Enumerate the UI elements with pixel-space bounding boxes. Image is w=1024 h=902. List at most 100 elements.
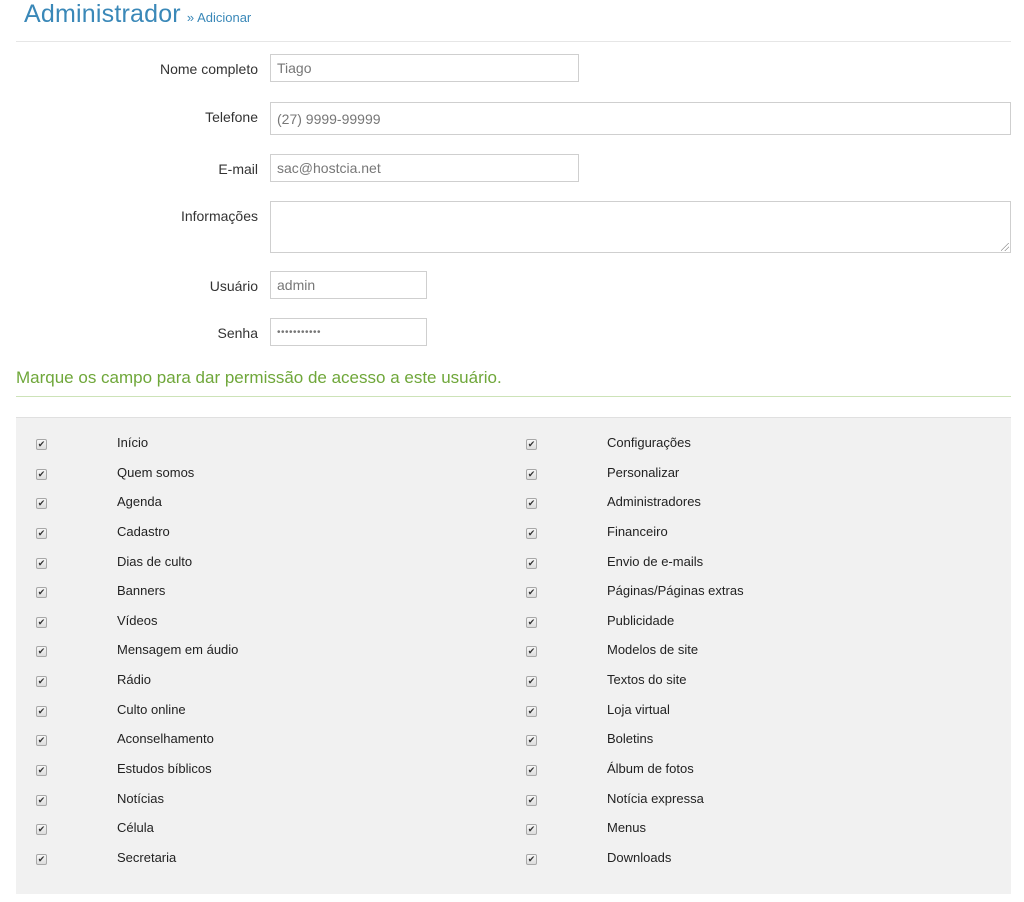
permission-item[interactable]: ✔ Envio de e-mails xyxy=(506,552,986,582)
informacoes-label: Informações xyxy=(180,208,258,224)
permission-checkbox[interactable]: ✔ xyxy=(36,616,47,628)
permission-item[interactable]: ✔ Downloads xyxy=(506,848,986,878)
permission-label: Mensagem em áudio xyxy=(117,642,239,658)
permission-label: Menus xyxy=(607,820,647,836)
permission-checkbox[interactable]: ✔ xyxy=(36,794,47,806)
senha-label: Senha xyxy=(217,325,258,341)
permission-label: Modelos de site xyxy=(607,642,699,658)
permission-item[interactable]: ✔ Publicidade xyxy=(506,611,986,641)
telefone-label: Telefone xyxy=(205,109,258,125)
permission-item[interactable]: ✔ Mensagem em áudio xyxy=(16,640,496,670)
permission-item[interactable]: ✔ Banners xyxy=(16,581,496,611)
permission-checkbox[interactable]: ✔ xyxy=(526,765,537,777)
permission-item[interactable]: ✔ Álbum de fotos xyxy=(506,759,986,789)
page-header: Administrador » Adicionar xyxy=(24,0,251,34)
senha-input[interactable]: ••••••••••• xyxy=(270,318,427,346)
permission-item[interactable]: ✔ Estudos bíblicos xyxy=(16,759,496,789)
permission-checkbox[interactable]: ✔ xyxy=(526,646,537,658)
email-input[interactable]: sac@hostcia.net xyxy=(270,154,579,182)
permission-checkbox[interactable]: ✔ xyxy=(526,853,537,865)
permissions-divider xyxy=(16,396,1011,397)
permission-item[interactable]: ✔ Agenda xyxy=(16,492,496,522)
permission-item[interactable]: ✔ Financeiro xyxy=(506,522,986,552)
permission-label: Dias de culto xyxy=(117,553,193,569)
permission-item[interactable]: ✔ Início xyxy=(16,433,496,463)
permission-label: Secretaria xyxy=(117,849,177,865)
permission-item[interactable]: ✔ Aconselhamento xyxy=(16,729,496,759)
permission-checkbox[interactable]: ✔ xyxy=(36,587,47,599)
permission-checkbox[interactable]: ✔ xyxy=(36,439,47,450)
permission-label: Rádio xyxy=(117,672,151,688)
permissions-panel: ✔ Início ✔ Quem somos ✔ Agenda ✔ Cadastro ✔ Dias … xyxy=(16,417,1011,894)
permission-checkbox[interactable]: ✔ xyxy=(36,853,47,865)
permission-label: Célula xyxy=(117,820,154,836)
permission-item[interactable]: ✔ Personalizar xyxy=(506,463,986,493)
permission-checkbox[interactable]: ✔ xyxy=(36,498,47,510)
permission-checkbox[interactable]: ✔ xyxy=(36,468,47,480)
permission-label: Início xyxy=(117,435,149,450)
page-title: Administrador xyxy=(24,0,181,28)
permission-item[interactable]: ✔ Configurações xyxy=(506,433,986,463)
permission-item[interactable]: ✔ Célula xyxy=(16,818,496,848)
permission-label: Notícia expressa xyxy=(607,790,704,806)
permission-item[interactable]: ✔ Notícia expressa xyxy=(506,789,986,819)
permission-item[interactable]: ✔ Quem somos xyxy=(16,463,496,493)
permission-checkbox[interactable]: ✔ xyxy=(526,439,537,450)
permission-checkbox[interactable]: ✔ xyxy=(36,676,47,688)
permission-item[interactable]: ✔ Dias de culto xyxy=(16,552,496,582)
permission-checkbox[interactable]: ✔ xyxy=(526,705,537,717)
nome-input[interactable]: Tiago xyxy=(270,54,579,82)
permission-label: Configurações xyxy=(607,435,691,450)
permission-checkbox[interactable]: ✔ xyxy=(36,705,47,717)
permission-checkbox[interactable]: ✔ xyxy=(36,646,47,658)
permission-label: Personalizar xyxy=(607,464,680,480)
permission-label: Estudos bíblicos xyxy=(117,761,212,777)
permission-item[interactable]: ✔ Páginas/Páginas extras xyxy=(506,581,986,611)
permission-item[interactable]: ✔ Cadastro xyxy=(16,522,496,552)
permission-item[interactable]: ✔ Vídeos xyxy=(16,611,496,641)
permission-label: Boletins xyxy=(607,731,654,747)
email-label: E-mail xyxy=(218,161,258,177)
permission-item[interactable]: ✔ Rádio xyxy=(16,670,496,700)
permission-checkbox[interactable]: ✔ xyxy=(526,468,537,480)
permission-item[interactable]: ✔ Culto online xyxy=(16,700,496,730)
telefone-input[interactable]: (27) 9999-99999 xyxy=(270,102,1011,135)
breadcrumb-current: Adicionar xyxy=(197,10,252,25)
permission-label: Quem somos xyxy=(117,464,195,480)
permission-checkbox[interactable]: ✔ xyxy=(526,794,537,806)
permission-label: Vídeos xyxy=(117,612,158,628)
permission-checkbox[interactable]: ✔ xyxy=(36,557,47,569)
permission-item[interactable]: ✔ Boletins xyxy=(506,729,986,759)
permission-item[interactable]: ✔ Notícias xyxy=(16,789,496,819)
permission-checkbox[interactable]: ✔ xyxy=(36,527,47,539)
informacoes-textarea[interactable] xyxy=(270,201,1011,253)
permission-checkbox[interactable]: ✔ xyxy=(526,676,537,688)
permissions-column-right: ✔ Configurações ✔ Personalizar ✔ Administrado… xyxy=(506,433,986,878)
permission-label: Agenda xyxy=(117,494,162,510)
permission-item[interactable]: ✔ Modelos de site xyxy=(506,640,986,670)
permission-checkbox[interactable]: ✔ xyxy=(36,765,47,777)
permission-label: Envio de e-mails xyxy=(607,553,704,569)
permission-item[interactable]: ✔ Administradores xyxy=(506,492,986,522)
permission-checkbox[interactable]: ✔ xyxy=(36,735,47,747)
permission-checkbox[interactable]: ✔ xyxy=(36,824,47,836)
header-divider xyxy=(16,41,1011,42)
breadcrumb-separator: » xyxy=(186,10,195,25)
permission-label: Álbum de fotos xyxy=(607,761,694,777)
permission-checkbox[interactable]: ✔ xyxy=(526,498,537,510)
permission-checkbox[interactable]: ✔ xyxy=(526,616,537,628)
permission-checkbox[interactable]: ✔ xyxy=(526,527,537,539)
permission-item[interactable]: ✔ Secretaria xyxy=(16,848,496,878)
permission-item[interactable]: ✔ Menus xyxy=(506,818,986,848)
usuario-input[interactable]: admin xyxy=(270,271,427,299)
permission-checkbox[interactable]: ✔ xyxy=(526,735,537,747)
permission-checkbox[interactable]: ✔ xyxy=(526,557,537,569)
permission-label: Loja virtual xyxy=(607,701,670,717)
permission-item[interactable]: ✔ Loja virtual xyxy=(506,700,986,730)
permission-item[interactable]: ✔ Textos do site xyxy=(506,670,986,700)
permission-checkbox[interactable]: ✔ xyxy=(526,824,537,836)
nome-label: Nome completo xyxy=(159,61,258,77)
permission-label: Cadastro xyxy=(117,523,170,539)
permission-checkbox[interactable]: ✔ xyxy=(526,587,537,599)
resize-grip-icon[interactable] xyxy=(1001,243,1009,251)
